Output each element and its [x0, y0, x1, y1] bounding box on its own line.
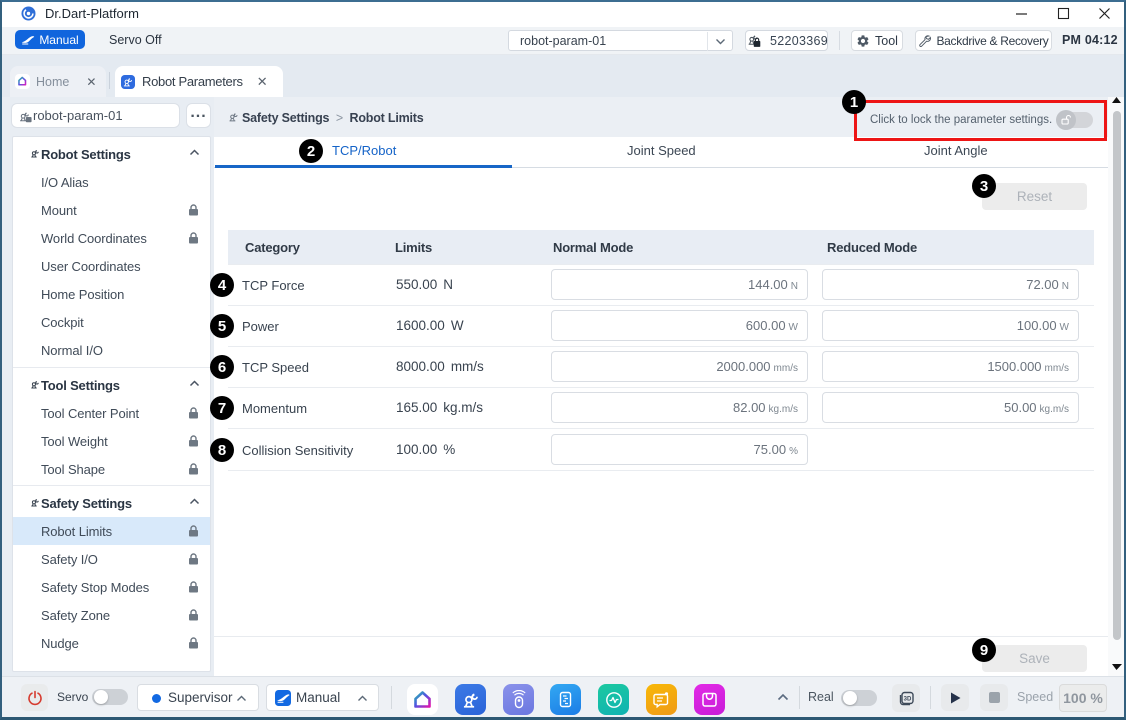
svg-text:3D: 3D [903, 696, 911, 702]
